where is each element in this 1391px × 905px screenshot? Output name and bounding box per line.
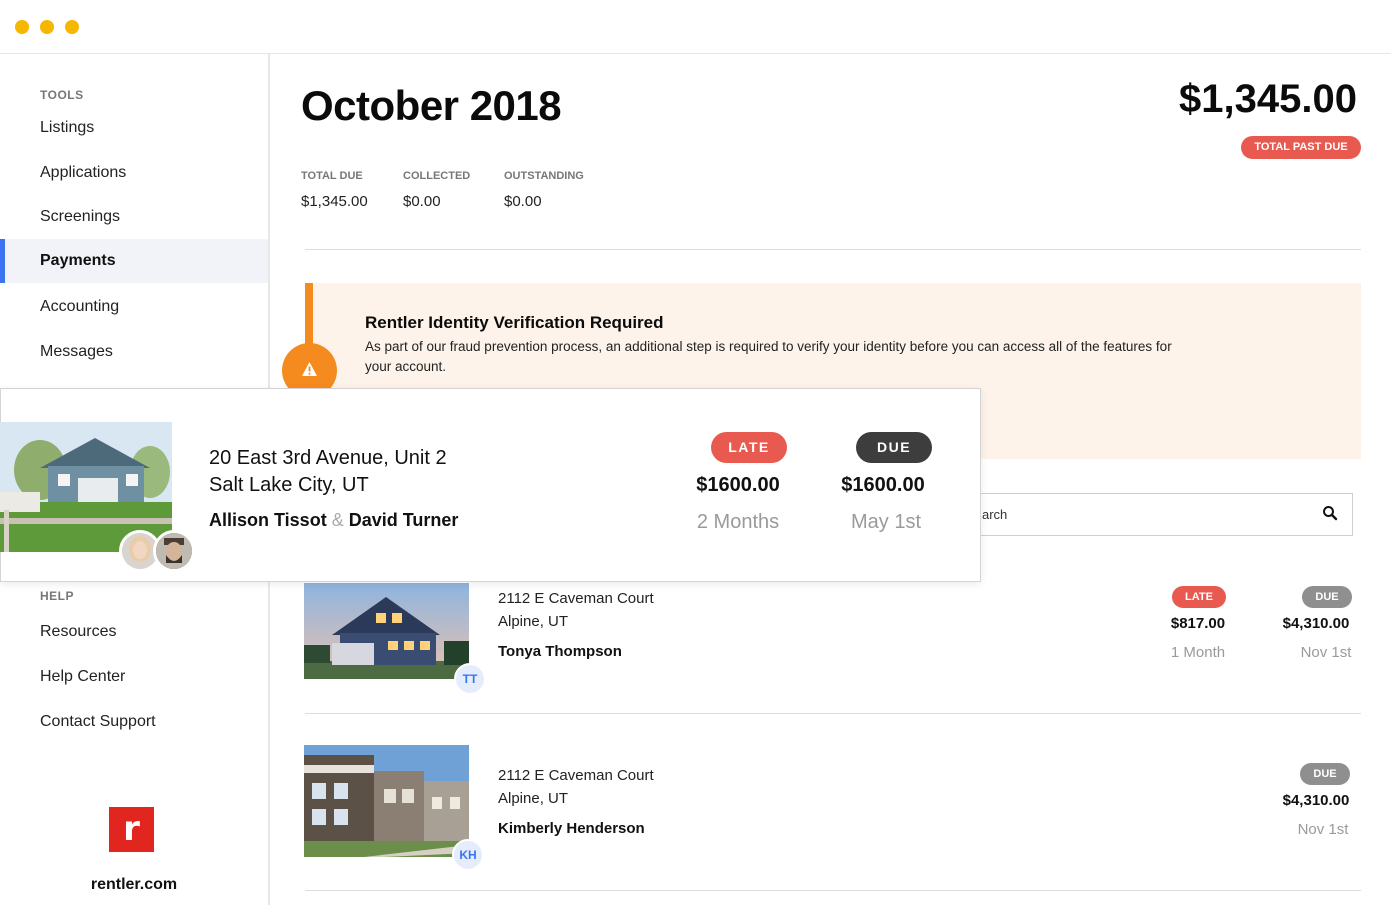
- stat-outstanding-value: $0.00: [504, 193, 542, 210]
- stat-outstanding-label: OUTSTANDING: [504, 170, 584, 182]
- tenant-separator: &: [331, 510, 344, 530]
- tenant-initials-avatar: TT: [454, 663, 486, 695]
- sidebar-item-messages[interactable]: Messages: [0, 330, 268, 374]
- row-tenant-name[interactable]: Tonya Thompson: [498, 643, 622, 660]
- sidebar-item-applications[interactable]: Applications: [0, 151, 268, 195]
- stat-collected-label: COLLECTED: [403, 170, 471, 182]
- stat-total-due-label: TOTAL DUE: [301, 170, 363, 182]
- row-divider: [305, 890, 1361, 891]
- featured-due-amount: $1600.00: [841, 474, 925, 496]
- search-input[interactable]: [960, 493, 1353, 536]
- sidebar-item-resources[interactable]: Resources: [0, 610, 268, 654]
- featured-address-line1[interactable]: 20 East 3rd Avenue, Unit 2: [209, 447, 447, 470]
- featured-address-line2: Salt Lake City, UT: [209, 474, 369, 496]
- due-badge: DUE: [1302, 586, 1352, 608]
- sidebar-item-help-center[interactable]: Help Center: [0, 655, 268, 699]
- property-photo[interactable]: KH: [304, 745, 484, 871]
- sidebar-item-screenings[interactable]: Screenings: [0, 195, 268, 239]
- rentler-logo[interactable]: r: [109, 807, 154, 852]
- row-address-line2: Alpine, UT: [498, 790, 569, 807]
- tenant-name[interactable]: Allison Tissot: [209, 510, 327, 530]
- featured-tenants[interactable]: Allison Tissot & David Turner: [209, 510, 458, 531]
- due-badge: DUE: [1300, 763, 1350, 785]
- featured-due-badge: DUE: [856, 432, 932, 463]
- sidebar-item-contact-support[interactable]: Contact Support: [0, 700, 268, 744]
- total-past-due-badge: TOTAL PAST DUE: [1241, 136, 1361, 159]
- property-photo[interactable]: TT: [304, 583, 486, 695]
- window-minimize-dot[interactable]: [40, 20, 54, 34]
- featured-late-duration: 2 Months: [696, 511, 780, 533]
- row-address-line1[interactable]: 2112 E Caveman Court: [498, 767, 654, 784]
- sidebar-item-listings[interactable]: Listings: [0, 106, 268, 150]
- rentler-logo-text[interactable]: rentler.com: [0, 876, 268, 894]
- due-date: Nov 1st: [1297, 821, 1349, 838]
- search-input-text: arch: [982, 507, 1008, 522]
- featured-late-amount: $1600.00: [696, 474, 780, 496]
- late-badge: LATE: [1172, 586, 1226, 608]
- header-divider: [305, 249, 1361, 250]
- row-divider: [305, 713, 1361, 714]
- due-amount: $4,310.00: [1282, 792, 1350, 809]
- row-address-line2: Alpine, UT: [498, 613, 569, 630]
- stat-total-due-value: $1,345.00: [301, 193, 368, 210]
- page-title: October 2018: [301, 82, 562, 129]
- featured-late-badge: LATE: [711, 432, 787, 463]
- search-icon[interactable]: [1322, 505, 1338, 521]
- sidebar-tools-heading: TOOLS: [40, 88, 84, 102]
- alert-title: Rentler Identity Verification Required: [365, 313, 664, 332]
- sidebar-help-heading: HELP: [40, 589, 75, 603]
- due-amount: $4,310.00: [1282, 615, 1350, 632]
- stat-collected-value: $0.00: [403, 193, 441, 210]
- featured-due-date: May 1st: [850, 511, 922, 533]
- row-tenant-name[interactable]: Kimberly Henderson: [498, 820, 645, 837]
- alert-text: As part of our fraud prevention process,…: [365, 339, 1172, 374]
- tenant-initials-avatar: KH: [452, 839, 484, 871]
- sidebar-item-accounting[interactable]: Accounting: [0, 285, 268, 329]
- row-address-line1[interactable]: 2112 E Caveman Court: [498, 590, 654, 607]
- late-amount: $817.00: [1170, 615, 1226, 632]
- tenant-avatar-david[interactable]: [153, 530, 195, 572]
- total-past-due-amount: $1,345.00: [1179, 77, 1357, 121]
- window-close-dot[interactable]: [15, 20, 29, 34]
- late-duration: 1 Month: [1170, 644, 1226, 661]
- window-maximize-dot[interactable]: [65, 20, 79, 34]
- due-date: Nov 1st: [1300, 644, 1352, 661]
- sidebar-item-payments[interactable]: Payments: [0, 239, 268, 283]
- window-titlebar: [0, 0, 1391, 54]
- tenant-name[interactable]: David Turner: [349, 510, 459, 530]
